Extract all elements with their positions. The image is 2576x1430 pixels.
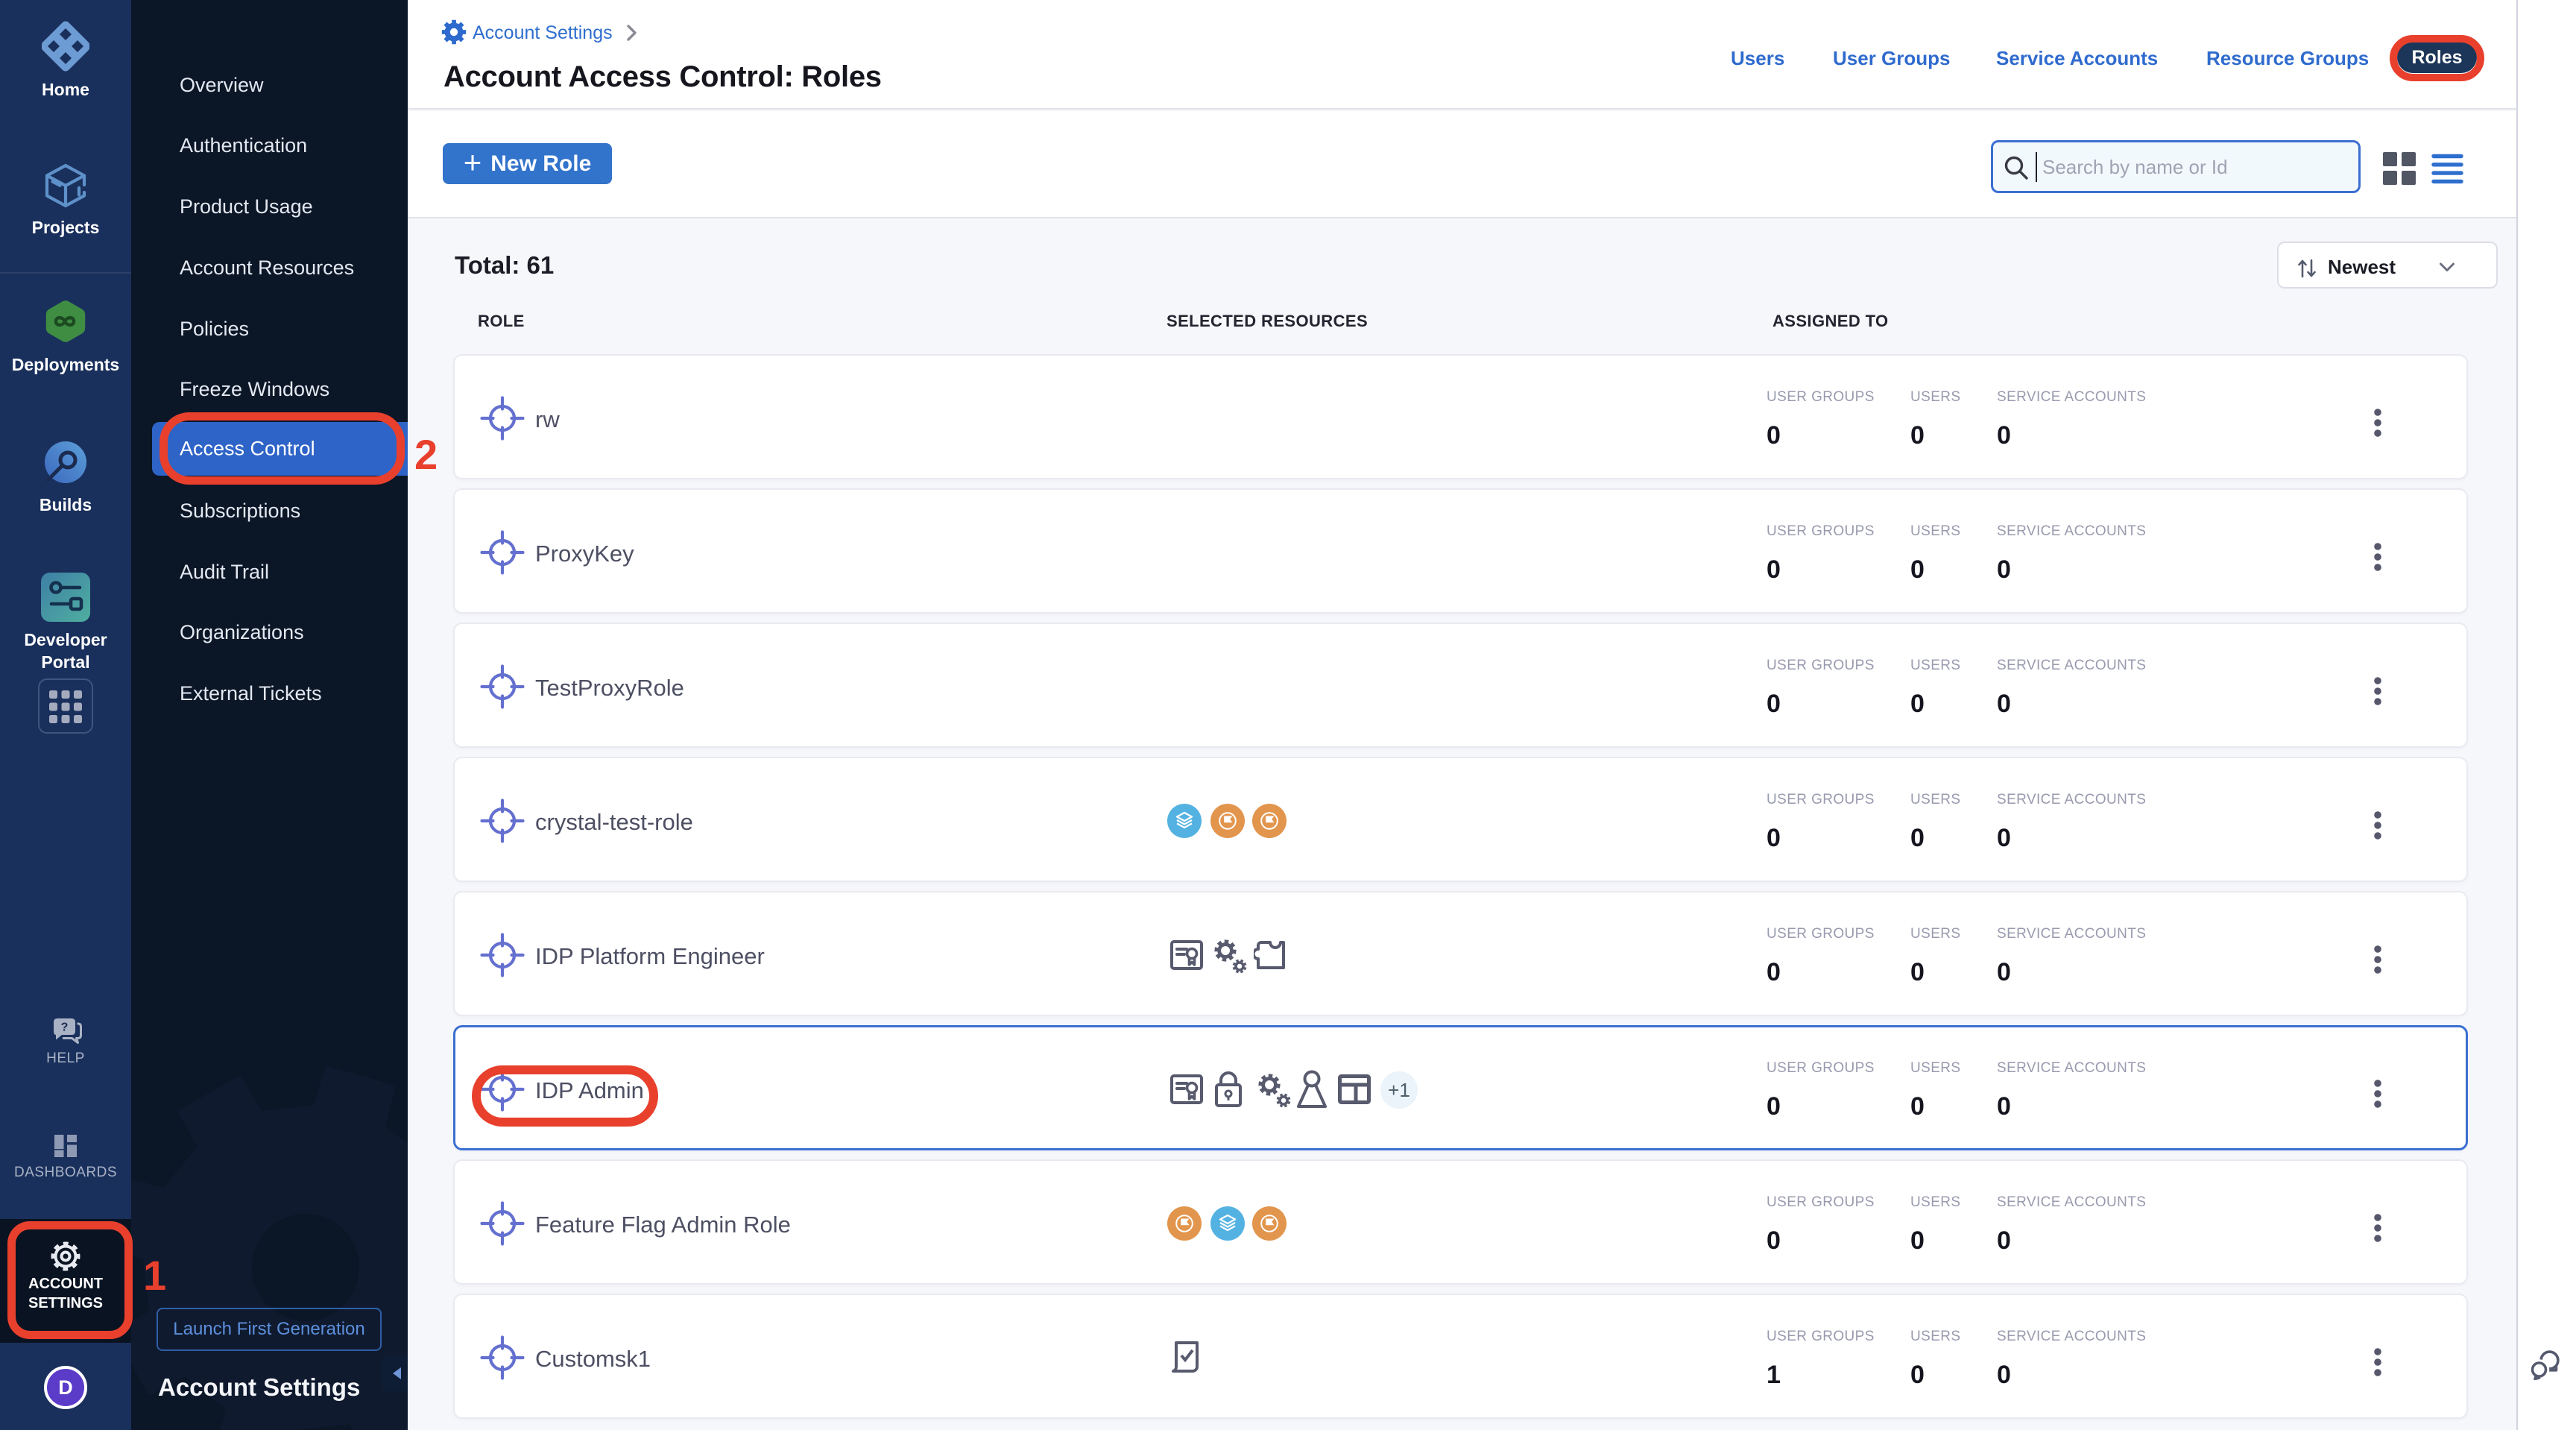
svg-text:?: ? bbox=[61, 1021, 69, 1034]
